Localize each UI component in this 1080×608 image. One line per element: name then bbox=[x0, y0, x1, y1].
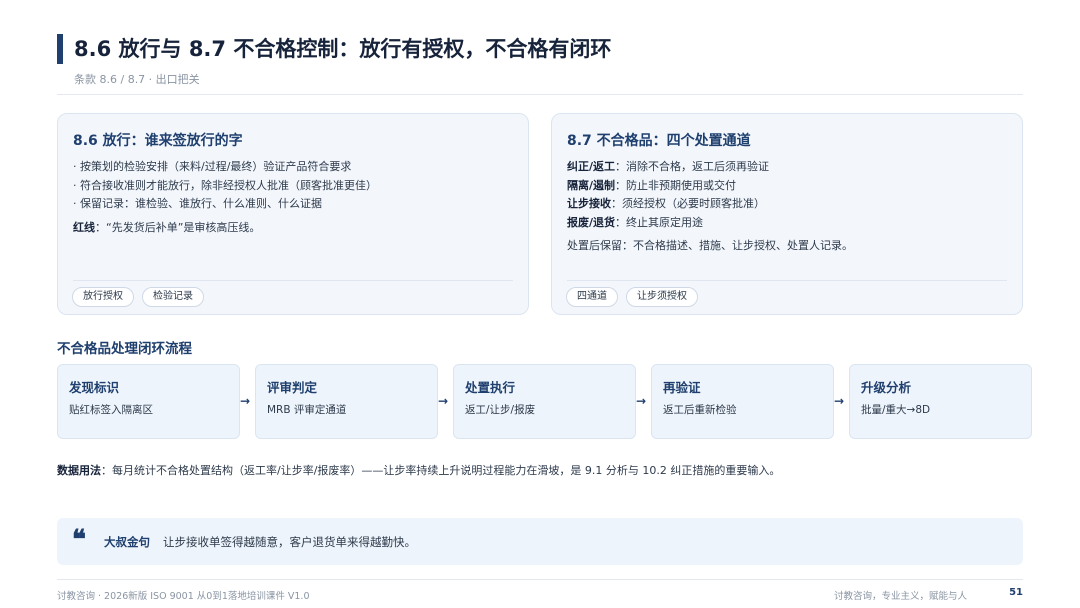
flow-arrow-icon: → bbox=[636, 394, 647, 408]
flow-step-escalate: 升级分析 批量/重大→8D bbox=[849, 364, 1032, 439]
flow-step-title: 发现标识 bbox=[69, 380, 120, 395]
title-accent-bar bbox=[57, 34, 63, 64]
tag-four-channels: 四通道 bbox=[566, 287, 618, 307]
redline-label: 红线 bbox=[73, 220, 95, 234]
flow-step-title: 再验证 bbox=[663, 380, 701, 395]
channel-label: 报废/退货 bbox=[567, 215, 616, 229]
flow-arrow-icon: → bbox=[240, 394, 251, 408]
release-line-1: · 按策划的检验安排（来料/过程/最终）验证产品符合要求 bbox=[73, 160, 352, 173]
quote-box: ❝ 大叔金句 让步接收单签得越随意，客户退货单来得越勤快。 bbox=[57, 518, 1023, 565]
redline-text: ：“先发货后补单”是审核高压线。 bbox=[95, 220, 261, 234]
footer-slogan: 讨教咨询，专业主义，赋能与人 bbox=[834, 591, 968, 602]
page-title: 8.6 放行与 8.7 不合格控制：放行有授权，不合格有闭环 bbox=[74, 37, 612, 61]
nonconforming-card-title: 8.7 不合格品：四个处置通道 bbox=[567, 133, 751, 149]
release-card-lines: · 按策划的检验安排（来料/过程/最终）验证产品符合要求 · 符合接收准则才能放… bbox=[73, 158, 516, 237]
nonconforming-card: 8.7 不合格品：四个处置通道 纠正/返工：消除不合格，返工后须再验证 隔离/遏… bbox=[551, 113, 1023, 315]
flow-step-desc: MRB 评审定通道 bbox=[267, 404, 347, 416]
redline-note: 红线：“先发货后补单”是审核高压线。 bbox=[73, 219, 516, 238]
quote-icon: ❝ bbox=[72, 525, 86, 555]
flow-step-reverify: 再验证 返工后重新检验 bbox=[651, 364, 834, 439]
flow-arrow-icon: → bbox=[438, 394, 449, 408]
release-card-tags: 放行授权 检验记录 bbox=[72, 287, 204, 307]
flow-step-title: 处置执行 bbox=[465, 380, 516, 395]
header-divider bbox=[57, 94, 1023, 95]
quote-label: 大叔金句 bbox=[104, 535, 150, 549]
flow-title: 不合格品处理闭环流程 bbox=[57, 341, 192, 357]
release-card-divider bbox=[73, 280, 513, 281]
nonconforming-card-tags: 四通道 让步须授权 bbox=[566, 287, 698, 307]
flow-arrow-icon: → bbox=[834, 394, 845, 408]
channel-item: 让步接收：须经授权（必要时顾客批准） bbox=[567, 195, 1010, 214]
flow-step-desc: 批量/重大→8D bbox=[861, 404, 931, 416]
channel-label: 隔离/遏制 bbox=[567, 178, 616, 192]
channel-item: 报废/退货：终止其原定用途 bbox=[567, 214, 1010, 233]
channel-item: 隔离/遏制：防止非预期使用或交付 bbox=[567, 177, 1010, 196]
flow-step-title: 升级分析 bbox=[861, 380, 912, 395]
disposition-note: 处置后保留：不合格描述、措施、让步授权、处置人记录。 bbox=[567, 239, 853, 252]
tag-inspection-records: 检验记录 bbox=[142, 287, 204, 307]
channel-label: 让步接收 bbox=[567, 197, 611, 210]
release-line-2: · 符合接收准则才能放行，除非经授权人批准（顾客批准更佳） bbox=[73, 178, 377, 192]
flow-step-review: 评审判定 MRB 评审定通道 bbox=[255, 364, 438, 439]
channel-text: ：须经授权（必要时顾客批准） bbox=[611, 197, 765, 210]
footer-divider bbox=[57, 579, 1023, 580]
tag-release-authorization: 放行授权 bbox=[72, 287, 134, 307]
nonconforming-card-lines: 纠正/返工：消除不合格，返工后须再验证 隔离/遏制：防止非预期使用或交付 让步接… bbox=[567, 158, 1010, 256]
quote-text: 让步接收单签得越随意，客户退货单来得越勤快。 bbox=[163, 535, 416, 549]
channel-text: ：防止非预期使用或交付 bbox=[615, 178, 737, 192]
nonconforming-card-divider bbox=[567, 280, 1007, 281]
release-card-title: 8.6 放行：谁来签放行的字 bbox=[73, 133, 243, 149]
channel-text: ：消除不合格，返工后须再验证 bbox=[615, 160, 770, 173]
channel-label: 纠正/返工 bbox=[567, 160, 616, 173]
release-line-3: · 保留记录：谁检验、谁放行、什么准则、什么证据 bbox=[73, 197, 322, 210]
flow-step-desc: 返工后重新检验 bbox=[663, 404, 737, 416]
data-usage-text: ：每月统计不合格处置结构（返工率/让步率/报废率）——让步率持续上升说明过程能力… bbox=[101, 464, 781, 477]
footer-course-title: 讨教咨询 · 2026新版 ISO 9001 从0到1落地培训课件 V1.0 bbox=[57, 591, 310, 602]
flow-step-identify: 发现标识 贴红标签入隔离区 bbox=[57, 364, 240, 439]
flow-step-desc: 返工/让步/报废 bbox=[465, 404, 536, 416]
channel-text: ：终止其原定用途 bbox=[615, 215, 704, 229]
flow-step-desc: 贴红标签入隔离区 bbox=[69, 404, 153, 416]
release-card: 8.6 放行：谁来签放行的字 · 按策划的检验安排（来料/过程/最终）验证产品符… bbox=[57, 113, 529, 315]
flow-step-title: 评审判定 bbox=[267, 380, 318, 395]
data-usage-label: 数据用法 bbox=[57, 464, 101, 477]
flow-step-execute: 处置执行 返工/让步/报废 bbox=[453, 364, 636, 439]
channel-item: 纠正/返工：消除不合格，返工后须再验证 bbox=[567, 158, 1010, 177]
page-number: 51 bbox=[1009, 587, 1023, 598]
tag-concession-authorization: 让步须授权 bbox=[626, 287, 698, 307]
data-usage-note: 数据用法：每月统计不合格处置结构（返工率/让步率/报废率）——让步率持续上升说明… bbox=[57, 462, 780, 478]
page-subtitle: 条款 8.6 / 8.7 · 出口把关 bbox=[74, 73, 200, 86]
